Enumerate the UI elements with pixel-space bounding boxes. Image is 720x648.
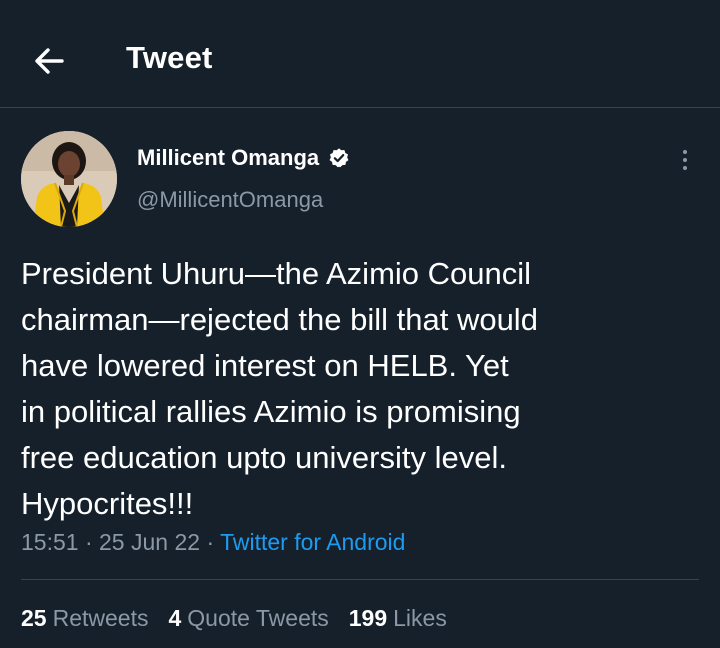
tweet-line: President Uhuru—the Azimio Council — [21, 256, 532, 291]
quote-tweets-stat[interactable]: 4 Quote Tweets — [168, 605, 328, 632]
likes-count: 199 — [348, 605, 388, 631]
tweet-line: have lowered interest on HELB. Yet — [21, 348, 509, 383]
quote-tweets-label: Quote Tweets — [187, 605, 329, 631]
tweet-line: chairman—rejected the bill that would — [21, 302, 538, 337]
tweet-source-link[interactable]: Twitter for Android — [220, 529, 405, 555]
tweet-line: free education upto university level. — [21, 440, 507, 475]
author-name[interactable]: Millicent Omanga — [137, 145, 350, 171]
likes-label: Likes — [393, 605, 447, 631]
author-name-text: Millicent Omanga — [137, 145, 320, 170]
likes-stat[interactable]: 199 Likes — [349, 605, 447, 632]
page-title: Tweet — [126, 40, 213, 75]
back-button[interactable] — [28, 40, 70, 82]
avatar[interactable] — [21, 131, 117, 227]
more-options-icon[interactable] — [672, 144, 698, 176]
verified-badge-icon — [328, 147, 350, 169]
arrow-left-icon — [35, 48, 64, 74]
profile-photo — [21, 131, 117, 227]
retweets-stat[interactable]: 25 Retweets — [21, 605, 148, 632]
retweets-label: Retweets — [52, 605, 149, 631]
tweet-date: 25 Jun 22 — [99, 529, 201, 555]
top-bar: Tweet — [0, 0, 720, 108]
tweet-time: 15:51 — [21, 529, 79, 555]
tweet-text: President Uhuru—the Azimio Council chair… — [21, 251, 701, 527]
tweet-meta: 15:51 · 25 Jun 22 · Twitter for Android — [21, 529, 406, 555]
tweet-stats: 25 Retweets 4 Quote Tweets 199 Likes — [21, 605, 447, 632]
tweet-line: in political rallies Azimio is promising — [21, 394, 521, 429]
quote-tweets-count: 4 — [168, 605, 182, 631]
divider — [21, 579, 699, 580]
tweet-line: Hypocrites!!! — [21, 486, 194, 521]
retweets-count: 25 — [21, 605, 47, 631]
author-handle[interactable]: @MillicentOmanga — [137, 187, 323, 213]
